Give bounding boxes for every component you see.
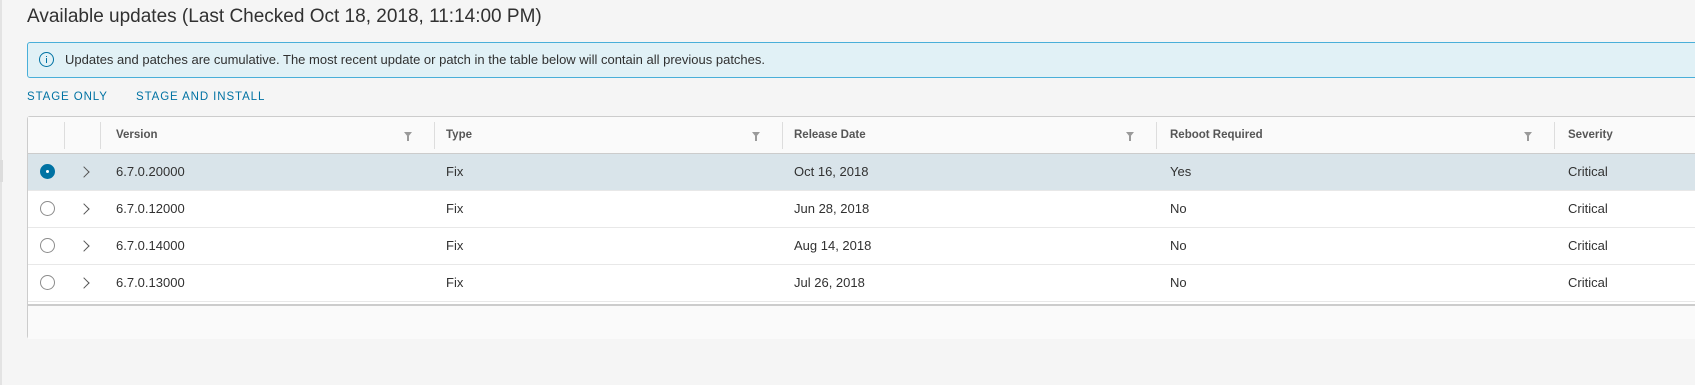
row-select-radio[interactable] — [40, 275, 55, 290]
column-separator[interactable] — [434, 122, 435, 149]
column-separator[interactable] — [782, 122, 783, 149]
filter-icon[interactable] — [752, 132, 760, 141]
release-date-cell: Aug 14, 2018 — [794, 238, 872, 253]
page-title: Available updates (Last Checked Oct 18, … — [27, 6, 542, 27]
left-panel-marker — [0, 160, 3, 182]
row-select-radio[interactable] — [40, 201, 55, 216]
updates-datagrid: Version Type Release Date Reboot Require… — [27, 116, 1695, 339]
column-separator — [100, 122, 101, 149]
reboot-required-cell: No — [1170, 275, 1187, 290]
severity-cell: Critical — [1568, 164, 1608, 179]
type-cell: Fix — [446, 275, 464, 290]
row-select-radio[interactable] — [40, 164, 55, 179]
column-separator — [64, 122, 65, 149]
stage-and-install-button[interactable]: STAGE AND INSTALL — [136, 91, 265, 103]
release-date-cell: Jun 28, 2018 — [794, 201, 870, 216]
type-cell: Fix — [446, 238, 464, 253]
reboot-required-cell: No — [1170, 201, 1187, 216]
column-header-version[interactable]: Version — [116, 117, 158, 153]
table-row[interactable]: 6.7.0.13000 Fix Jul 26, 2018 No Critical — [28, 265, 1695, 302]
version-cell: 6.7.0.12000 — [116, 201, 185, 216]
reboot-required-cell: Yes — [1170, 164, 1192, 179]
version-cell: 6.7.0.20000 — [116, 164, 185, 179]
type-cell: Fix — [446, 164, 464, 179]
info-circle-icon — [39, 52, 54, 67]
info-alert: Updates and patches are cumulative. The … — [27, 42, 1695, 78]
reboot-required-cell: No — [1170, 238, 1187, 253]
filter-icon[interactable] — [1126, 132, 1134, 141]
version-cell: 6.7.0.14000 — [116, 238, 185, 253]
table-row[interactable]: 6.7.0.20000 Fix Oct 16, 2018 Yes Critica… — [28, 154, 1695, 191]
filter-icon[interactable] — [1524, 132, 1532, 141]
datagrid-footer — [28, 304, 1695, 339]
column-header-severity[interactable]: Severity — [1568, 117, 1613, 153]
column-header-reboot-required[interactable]: Reboot Required — [1170, 117, 1263, 153]
chevron-right-icon[interactable] — [78, 166, 90, 178]
severity-cell: Critical — [1568, 238, 1608, 253]
row-select-radio[interactable] — [40, 238, 55, 253]
release-date-cell: Jul 26, 2018 — [794, 275, 865, 290]
chevron-right-icon[interactable] — [78, 203, 90, 215]
release-date-cell: Oct 16, 2018 — [794, 164, 869, 179]
left-panel-edge — [0, 0, 2, 385]
version-cell: 6.7.0.13000 — [116, 275, 185, 290]
column-separator[interactable] — [1554, 122, 1555, 149]
table-row[interactable]: 6.7.0.14000 Fix Aug 14, 2018 No Critical — [28, 228, 1695, 265]
type-cell: Fix — [446, 201, 464, 216]
chevron-right-icon[interactable] — [78, 240, 90, 252]
severity-cell: Critical — [1568, 275, 1608, 290]
stage-only-button[interactable]: STAGE ONLY — [27, 91, 108, 103]
column-separator[interactable] — [1156, 122, 1157, 149]
datagrid-header: Version Type Release Date Reboot Require… — [28, 117, 1695, 154]
column-header-type[interactable]: Type — [446, 117, 472, 153]
chevron-right-icon[interactable] — [78, 277, 90, 289]
table-row[interactable]: 6.7.0.12000 Fix Jun 28, 2018 No Critical — [28, 191, 1695, 228]
alert-text: Updates and patches are cumulative. The … — [65, 52, 766, 67]
severity-cell: Critical — [1568, 201, 1608, 216]
filter-icon[interactable] — [404, 132, 412, 141]
column-header-release-date[interactable]: Release Date — [794, 117, 866, 153]
